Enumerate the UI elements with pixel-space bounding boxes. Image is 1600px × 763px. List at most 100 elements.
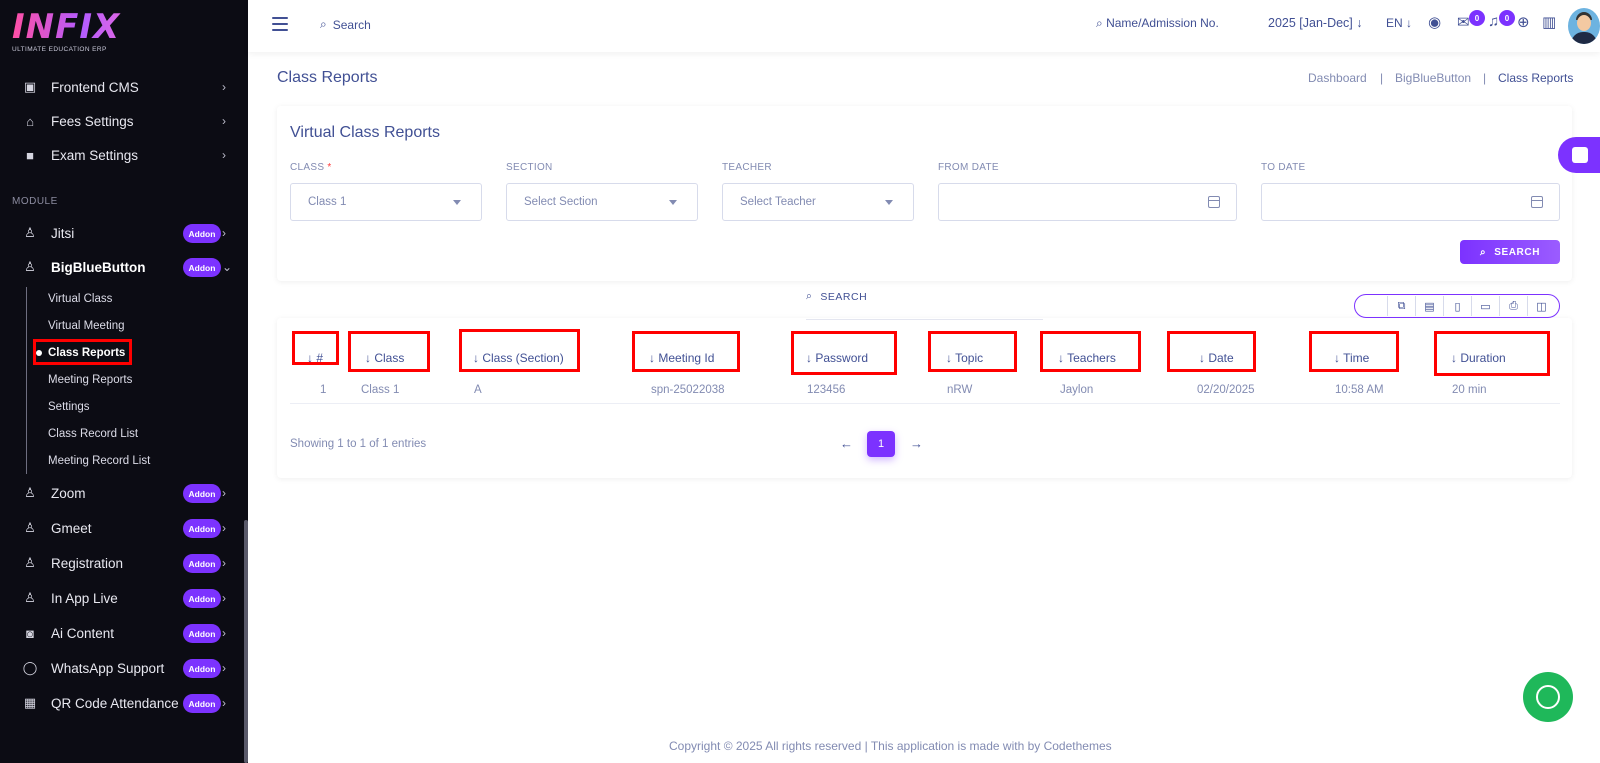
sidebar-item-label: BigBlueButton (51, 259, 146, 275)
highlight-box (1434, 331, 1550, 376)
next-page-icon[interactable]: → (910, 436, 923, 451)
name-admission-search[interactable]: ⌕ Name/Admission No. (1096, 16, 1219, 31)
sidebar-item-label: In App Live (51, 590, 118, 606)
page-1-button[interactable]: 1 (867, 431, 895, 457)
highlight-box (348, 331, 430, 372)
breadcrumb-dashboard[interactable]: Dashboard (1308, 71, 1367, 85)
card-title: Virtual Class Reports (290, 124, 440, 141)
person-icon: ♙ (24, 520, 36, 535)
sidebar-item-label: Exam Settings (51, 147, 139, 163)
caret-down-icon (669, 200, 677, 205)
robot-icon: ◙ (26, 625, 34, 641)
to-date-input[interactable] (1261, 183, 1560, 221)
floating-cart-button[interactable] (1558, 137, 1600, 173)
arrow-down-icon: ↓ (1356, 16, 1363, 30)
pdf-icon[interactable]: ▭ (1471, 296, 1499, 316)
search-button[interactable]: ⌕ SEARCH (1460, 240, 1560, 264)
from-date-label: FROM DATE (938, 162, 999, 173)
addon-badge: Addon (183, 589, 221, 608)
excel-icon[interactable]: ▤ (1415, 296, 1443, 316)
chevron-right-icon: › (222, 661, 226, 675)
sidebar-item-gmeet[interactable]: ♙ Gmeet Addon › (0, 511, 248, 545)
bell-icon[interactable]: ♫ (1488, 13, 1499, 30)
submenu-settings[interactable]: Settings (48, 401, 90, 413)
sidebar-item-exam-settings[interactable]: ■ Exam Settings › (0, 138, 248, 172)
teacher-select[interactable]: Select Teacher (722, 183, 914, 221)
sidebar-item-fees-settings[interactable]: ⌂ Fees Settings › (0, 104, 248, 138)
topbar: ⌕ Search ⌕ Name/Admission No. 2025 [Jan-… (248, 0, 1600, 52)
addon-badge: Addon (183, 624, 221, 643)
chevron-right-icon: › (222, 626, 226, 640)
table-search[interactable]: ⌕ SEARCH (806, 290, 867, 303)
submenu-virtual-meeting[interactable]: Virtual Meeting (48, 320, 125, 332)
sidebar-scrollbar[interactable] (244, 520, 248, 763)
language-select[interactable]: EN ↓ (1386, 16, 1412, 30)
footer-copyright: Copyright © 2025 All rights reserved | T… (669, 739, 1112, 753)
sidebar-item-zoom[interactable]: ♙ Zoom Addon › (0, 476, 248, 510)
search-icon: ⌕ (1479, 246, 1487, 258)
name-search-label: Name/Admission No. (1106, 16, 1219, 30)
columns-icon[interactable]: ◫ (1527, 296, 1555, 316)
prev-page-icon[interactable]: ← (840, 436, 853, 451)
message-icon[interactable]: ✉ (1457, 13, 1470, 31)
breadcrumb-separator: | (1380, 71, 1384, 85)
sidebar-item-label: Gmeet (51, 520, 92, 536)
chevron-right-icon: › (222, 226, 226, 240)
session-value: 2025 [Jan-Dec] (1268, 16, 1353, 30)
book-icon: ■ (26, 147, 34, 163)
submenu-virtual-class[interactable]: Virtual Class (48, 293, 112, 305)
cell-class-section: A (474, 384, 482, 396)
page-title: Class Reports (277, 69, 378, 86)
copy-icon[interactable]: ⧉ (1387, 296, 1415, 316)
from-date-input[interactable] (938, 183, 1237, 221)
submenu-meeting-reports[interactable]: Meeting Reports (48, 374, 132, 386)
highlight-box (292, 331, 339, 365)
chart-icon[interactable]: ▥ (1542, 13, 1556, 31)
class-select[interactable]: Class 1 (290, 183, 482, 221)
submenu-meeting-record-list[interactable]: Meeting Record List (48, 455, 150, 467)
chevron-right-icon: › (222, 486, 226, 500)
entries-info: Showing 1 to 1 of 1 entries (290, 438, 427, 450)
sidebar-item-ai-content[interactable]: ◙ Ai Content Addon › (0, 616, 248, 650)
avatar[interactable] (1568, 8, 1600, 44)
export-buttons: ⧉ ▤ ▯ ▭ ⎙ ◫ (1354, 294, 1560, 318)
top-search[interactable]: ⌕ Search (320, 17, 371, 32)
robot-icon[interactable]: ◉ (1428, 13, 1441, 31)
submenu-class-record-list[interactable]: Class Record List (48, 428, 138, 440)
sidebar-item-whatsapp-support[interactable]: ◯ WhatsApp Support Addon › (0, 651, 248, 685)
breadcrumb-bigbluebutton[interactable]: BigBlueButton (1395, 71, 1471, 85)
section-select[interactable]: Select Section (506, 183, 698, 221)
addon-badge: Addon (183, 554, 221, 573)
language-value: EN (1386, 16, 1403, 30)
session-select[interactable]: 2025 [Jan-Dec] ↓ (1268, 16, 1363, 30)
cell-meeting-id: spn-25022038 (651, 384, 725, 396)
cell-class: Class 1 (361, 384, 400, 396)
sidebar-item-qr-code-attendance[interactable]: ▦ QR Code Attendance Addon › (0, 686, 248, 720)
cell-teachers: Jaylon (1060, 384, 1094, 396)
sidebar-item-bigbluebutton[interactable]: ♙ BigBlueButton Addon ⌄ (0, 250, 248, 284)
caret-down-icon (885, 200, 893, 205)
sidebar-item-in-app-live[interactable]: ♙ In App Live Addon › (0, 581, 248, 615)
bank-icon: ⌂ (26, 113, 34, 129)
calendar-icon (1208, 196, 1220, 208)
person-icon: ♙ (24, 590, 36, 605)
print-icon[interactable]: ⎙ (1499, 296, 1527, 316)
csv-icon[interactable]: ▯ (1443, 296, 1471, 316)
logo-text: INFIX (12, 8, 152, 46)
sidebar-item-frontend-cms[interactable]: ▣ Frontend CMS › (0, 70, 248, 104)
sidebar-item-jitsi[interactable]: ♙ Jitsi Addon › (0, 216, 248, 250)
section-select-placeholder: Select Section (524, 196, 598, 208)
sidebar-item-label: Ai Content (51, 625, 115, 641)
cell-number: 1 (320, 384, 327, 396)
row-divider (290, 403, 1560, 404)
menu-toggle-icon[interactable] (272, 17, 288, 31)
logo[interactable]: INFIX ULTIMATE EDUCATION ERP (12, 8, 152, 58)
teacher-select-placeholder: Select Teacher (740, 196, 816, 208)
globe-icon[interactable]: ⊕ (1517, 13, 1530, 31)
whatsapp-float-button[interactable] (1523, 672, 1573, 722)
breadcrumb-current: Class Reports (1498, 71, 1574, 85)
search-icon: ⌕ (1096, 16, 1103, 30)
chevron-right-icon: › (222, 148, 226, 162)
sidebar-item-registration[interactable]: ♙ Registration Addon › (0, 546, 248, 580)
caret-down-icon (453, 200, 461, 205)
